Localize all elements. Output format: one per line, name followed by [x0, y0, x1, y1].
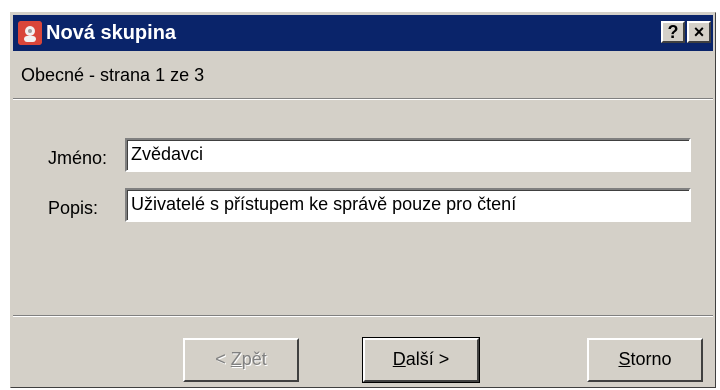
back-button-rest: pět: [241, 349, 267, 369]
back-button-accel: Z: [230, 349, 242, 369]
title-bar[interactable]: Nová skupina ? ×: [13, 15, 713, 51]
close-icon[interactable]: ×: [687, 21, 711, 43]
next-button-rest: alší >: [405, 349, 450, 369]
back-button[interactable]: < Zpět: [183, 338, 299, 382]
bottom-divider: [13, 315, 713, 317]
cancel-button-rest: torno: [630, 349, 672, 369]
page-heading: Obecné - strana 1 ze 3: [21, 65, 205, 85]
next-button[interactable]: Další >: [362, 337, 480, 383]
back-button-prefix: <: [215, 349, 231, 369]
cancel-button-accel: S: [618, 349, 631, 369]
next-button-accel: D: [392, 349, 406, 369]
top-divider: [13, 98, 713, 100]
description-label: Popis:: [48, 198, 99, 218]
new-group-dialog: Nová skupina ? × Obecné - strana 1 ze 3 …: [10, 12, 716, 388]
cancel-button[interactable]: Storno: [587, 338, 703, 382]
group-admin-icon: [18, 21, 42, 45]
window-title: Nová skupina: [46, 22, 177, 44]
help-icon[interactable]: ?: [661, 21, 685, 43]
name-field[interactable]: Zvědavci: [125, 138, 691, 172]
name-label: Jméno:: [48, 148, 108, 168]
description-field[interactable]: Uživatelé s přístupem ke správě pouze pr…: [125, 188, 691, 222]
